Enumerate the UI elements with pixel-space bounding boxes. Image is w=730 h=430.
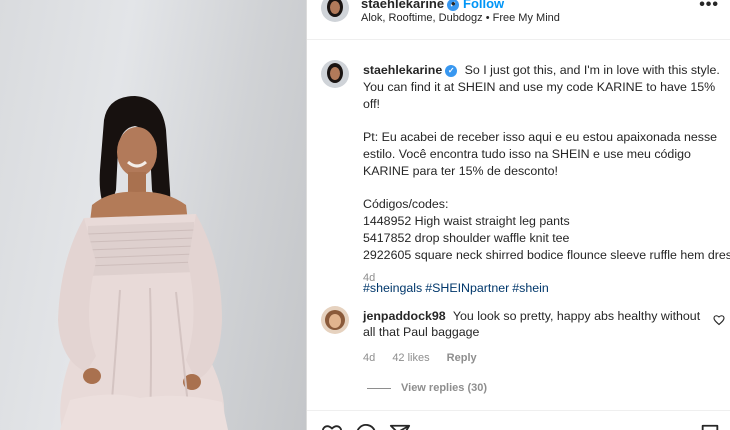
reply-button[interactable]: Reply: [447, 352, 477, 364]
post-header: staehlekarine ✓ • Follow Alok, Rooftime, …: [307, 0, 730, 40]
product-codes: Códigos/codes: 1448952 High waist straig…: [363, 196, 730, 264]
commenter-avatar[interactable]: [321, 306, 349, 334]
comment: jenpaddock98 You look so pretty, happy a…: [363, 308, 703, 340]
comment-likes[interactable]: 42 likes: [392, 352, 429, 364]
author-avatar[interactable]: [321, 0, 349, 22]
caption-author-avatar[interactable]: [321, 60, 349, 88]
post-caption: staehlekarine ✓ So I just got this, and I…: [363, 62, 730, 297]
caption-english: staehlekarine ✓ So I just got this, and I…: [363, 62, 723, 113]
post-detail-panel: staehlekarine ✓ • Follow Alok, Rooftime, …: [306, 0, 730, 430]
heart-icon[interactable]: [321, 423, 343, 430]
view-replies-label[interactable]: View replies (30): [401, 382, 487, 394]
view-replies-button[interactable]: View replies (30): [367, 382, 487, 394]
hashtag-link[interactable]: #SHEINpartner: [425, 281, 509, 295]
caption-username-text[interactable]: staehlekarine: [363, 63, 442, 77]
author-username-text[interactable]: staehlekarine: [361, 0, 444, 11]
comment-icon[interactable]: [355, 423, 377, 430]
product-code-line: 5417852 drop shoulder waffle knit tee: [363, 231, 570, 245]
codes-title: Códigos/codes:: [363, 197, 449, 211]
caption-timestamp[interactable]: 4d: [363, 272, 375, 284]
caption-portuguese: Pt: Eu acabei de receber isso aqui e eu …: [363, 130, 718, 178]
replies-divider: [367, 387, 391, 389]
hashtag-link[interactable]: #shein: [512, 281, 549, 295]
commenter-username[interactable]: jenpaddock98: [363, 309, 446, 323]
hashtags: #sheingals #SHEINpartner #shein: [363, 280, 723, 297]
caption-username[interactable]: staehlekarine ✓: [363, 63, 458, 77]
comment-timestamp[interactable]: 4d: [363, 352, 375, 364]
more-options-icon[interactable]: •••: [699, 0, 719, 14]
product-code-line: 1448952 High waist straight leg pants: [363, 214, 570, 228]
audio-track-link[interactable]: Alok, Rooftime, Dubdogz • Free My Mind: [361, 12, 560, 24]
post-photo: [58, 96, 228, 430]
comment-meta: 4d 42 likes Reply: [363, 352, 491, 364]
post-action-bar: [307, 410, 730, 430]
author-username[interactable]: staehlekarine ✓: [361, 0, 460, 11]
verified-badge-icon: ✓: [445, 65, 458, 77]
follow-button[interactable]: Follow: [463, 0, 504, 11]
product-code-line: 2922605 square neck shirred bodice floun…: [363, 248, 730, 262]
post-media[interactable]: [0, 0, 306, 430]
bookmark-icon[interactable]: [699, 423, 721, 430]
comment-like-heart-icon[interactable]: [713, 314, 725, 326]
separator-dot: •: [451, 0, 456, 11]
paper-plane-icon[interactable]: [389, 423, 411, 430]
